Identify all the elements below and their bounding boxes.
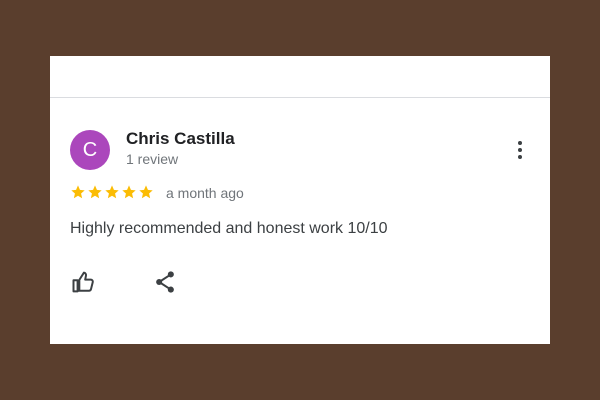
review-text: Highly recommended and honest work 10/10 bbox=[70, 220, 388, 237]
more-vert-icon-dot bbox=[518, 148, 522, 152]
star-icon bbox=[139, 185, 153, 199]
star-icon bbox=[71, 185, 85, 199]
more-options-button[interactable] bbox=[508, 136, 532, 164]
more-vert-icon-dot bbox=[518, 155, 522, 159]
reviewer-name[interactable]: Chris Castilla bbox=[126, 129, 235, 149]
reviewer-review-count: 1 review bbox=[126, 151, 179, 167]
star-icon bbox=[122, 185, 136, 199]
star-icon bbox=[88, 185, 102, 199]
star-rating bbox=[70, 184, 154, 202]
thumb-up-icon bbox=[72, 271, 94, 293]
review-card: C Chris Castilla 1 review a month ago Hi… bbox=[50, 56, 550, 344]
more-vert-icon-dot bbox=[518, 141, 522, 145]
avatar[interactable]: C bbox=[70, 130, 110, 170]
share-button[interactable] bbox=[151, 268, 179, 296]
divider bbox=[50, 97, 550, 98]
review-date: a month ago bbox=[166, 185, 244, 201]
star-icon bbox=[105, 185, 119, 199]
like-button[interactable] bbox=[70, 268, 98, 296]
share-icon bbox=[156, 271, 174, 293]
